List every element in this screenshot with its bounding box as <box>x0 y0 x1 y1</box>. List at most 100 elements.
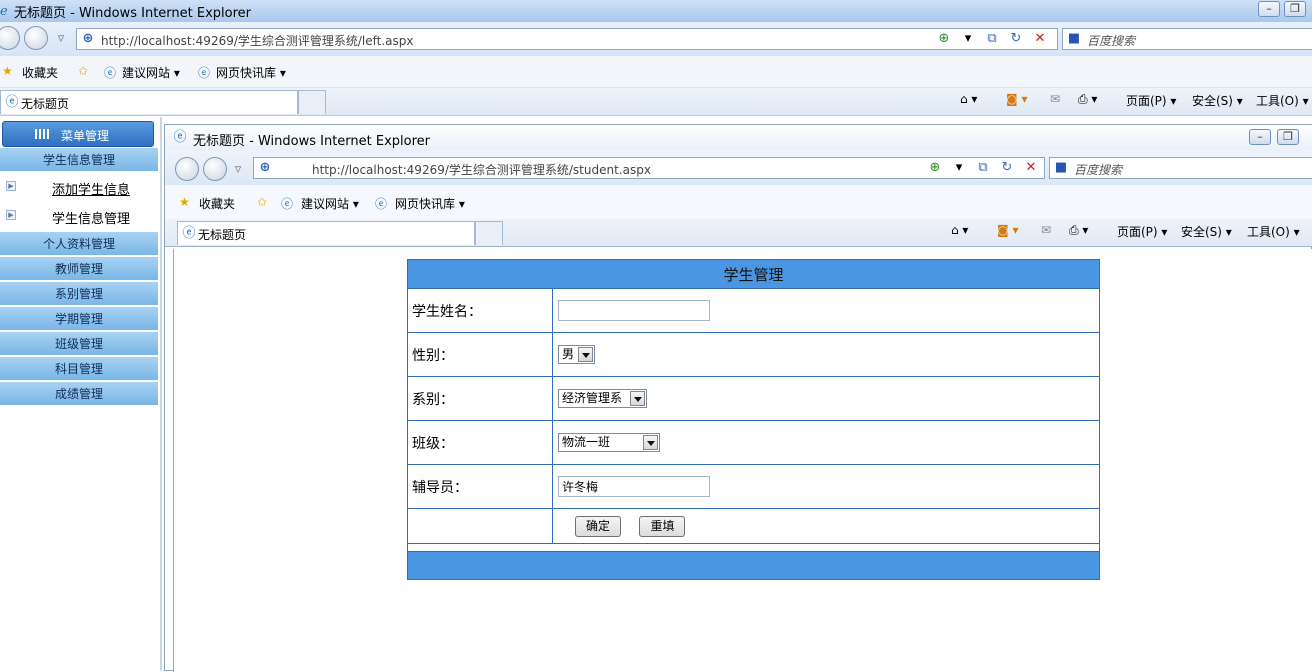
gender-selected-value: 男 <box>562 347 575 361</box>
ie-icon: e <box>0 3 12 21</box>
inner-page-menu[interactable]: 页面(P) ▾ <box>1117 223 1167 240</box>
inner-compat-view-icon[interactable]: ⧉ <box>974 159 992 177</box>
menu-subject[interactable]: 科目管理 <box>0 357 158 381</box>
class-select[interactable]: 物流一班 <box>558 433 660 452</box>
menu-semester[interactable]: 学期管理 <box>0 307 158 331</box>
counselor-label: 辅导员： <box>407 464 553 509</box>
reset-button[interactable]: 重填 <box>639 515 686 537</box>
inner-safety-menu[interactable]: 安全(S) ▾ <box>1181 223 1232 240</box>
suggested-sites-link[interactable]: 建议网站 ▾ <box>122 64 180 81</box>
history-dropdown-icon[interactable]: ▿ <box>52 30 70 48</box>
inner-window-title: 无标题页 - Windows Internet Explorer <box>193 134 430 149</box>
mail-icon[interactable]: ✉ <box>1050 92 1060 106</box>
minimize-button[interactable]: – <box>1258 1 1280 17</box>
chevron-down-icon[interactable] <box>578 347 593 362</box>
feeds-icon[interactable]: ◙ ▾ <box>1006 92 1027 106</box>
inner-tab[interactable]: ⓔ 无标题页 <box>177 221 475 245</box>
outer-window-title: 无标题页 - Windows Internet Explorer <box>14 6 251 21</box>
form-spacer <box>407 543 1100 552</box>
tools-menu[interactable]: 工具(O) ▾ <box>1256 92 1309 109</box>
submenu-manage-student-label: 学生信息管理 <box>52 212 131 227</box>
page-menu[interactable]: 页面(P) ▾ <box>1126 92 1176 109</box>
stop-icon[interactable]: ✕ <box>1031 30 1049 48</box>
gender-cell: 男 <box>552 332 1100 377</box>
add-favorites-icon[interactable]: ✩ <box>78 64 88 78</box>
chevron-down-icon[interactable] <box>643 435 658 450</box>
print-icon[interactable]: ⎙ ▾ <box>1078 92 1097 107</box>
student-name-input[interactable] <box>558 300 710 321</box>
department-label: 系别： <box>407 376 553 421</box>
address-dropdown-icon[interactable]: ▾ <box>959 30 977 48</box>
outer-tab-row: ⓔ 无标题页 ⌂ ▾ ◙ ▾ ✉ ⎙ ▾ 页面(P) ▾ 安全(S) ▾ 工具(… <box>0 88 1312 116</box>
restore-button[interactable]: ❐ <box>1284 1 1306 17</box>
submit-button[interactable]: 确定 <box>575 515 622 537</box>
left-menu-frame: 菜单管理 学生信息管理 ▶ 添加学生信息 ▶ 学生信息管理 个人资料管理 教师管… <box>0 117 162 671</box>
actions-label-cell <box>407 508 553 544</box>
counselor-input[interactable] <box>558 476 710 497</box>
chevron-down-icon[interactable] <box>630 391 645 406</box>
outer-search-placeholder: 百度搜索 <box>1087 34 1136 48</box>
menu-teacher[interactable]: 教师管理 <box>0 257 158 281</box>
menu-header[interactable]: 菜单管理 <box>2 121 154 147</box>
inner-address-dropdown-icon[interactable]: ▾ <box>950 159 968 177</box>
inner-back-button[interactable] <box>175 157 199 181</box>
inner-forward-button[interactable] <box>203 157 227 181</box>
name-label: 学生姓名： <box>407 288 553 333</box>
inner-home-icon[interactable]: ⌂ ▾ <box>951 223 968 237</box>
submenu-manage-student[interactable]: ▶ 学生信息管理 <box>0 202 158 230</box>
inner-mail-icon[interactable]: ✉ <box>1041 223 1051 237</box>
menu-profile[interactable]: 个人资料管理 <box>0 232 158 256</box>
new-tab-button[interactable] <box>298 90 326 114</box>
favorites-button[interactable]: 收藏夹 <box>22 64 58 81</box>
inner-minimize-button[interactable]: – <box>1249 129 1271 145</box>
inner-suggested-sites-link[interactable]: 建议网站 ▾ <box>301 195 359 212</box>
inner-ie-window: ⓔ 无标题页 - Windows Internet Explorer – ❐ ▿… <box>164 124 1312 672</box>
class-selected-value: 物流一班 <box>562 435 611 449</box>
inner-ie-page-icon: ⓔ <box>281 197 294 211</box>
safety-menu[interactable]: 安全(S) ▾ <box>1192 92 1243 109</box>
compat-view-icon[interactable]: ⧉ <box>983 30 1001 48</box>
outer-tab[interactable]: ⓔ 无标题页 <box>0 90 298 114</box>
inner-tab-title: 无标题页 <box>198 228 247 242</box>
forward-button[interactable] <box>24 26 48 50</box>
ie-page-icon: ⓔ <box>198 66 211 80</box>
actions-cell: 确定 重填 <box>552 508 1100 544</box>
svg-text:e: e <box>0 4 8 17</box>
web-slice-link[interactable]: 网页快讯库 ▾ <box>216 64 286 81</box>
inner-compatibility-icon[interactable]: ⊕ <box>926 159 944 177</box>
inner-new-tab-button[interactable] <box>475 221 503 245</box>
inner-search-box[interactable]: ■ 百度搜索 <box>1049 157 1312 179</box>
inner-add-favorites-icon[interactable]: ✩ <box>257 195 267 209</box>
ie-icon: ⓔ <box>173 130 187 145</box>
home-icon[interactable]: ⌂ ▾ <box>960 92 977 106</box>
outer-search-box[interactable]: ■ 百度搜索 <box>1062 28 1312 50</box>
department-select[interactable]: 经济管理系 <box>558 389 647 408</box>
inner-address-bar[interactable]: ⊕ http://localhost:49269/学生综合测评管理系统/stud… <box>253 157 1045 179</box>
inner-web-slice-link[interactable]: 网页快讯库 ▾ <box>395 195 465 212</box>
refresh-icon[interactable]: ↻ <box>1007 30 1025 48</box>
outer-address-bar[interactable]: ⊕ http://localhost:49269/学生综合测评管理系统/left… <box>76 28 1058 50</box>
compatibility-icon[interactable]: ⊕ <box>935 30 953 48</box>
inner-refresh-icon[interactable]: ↻ <box>998 159 1016 177</box>
inner-search-placeholder: 百度搜索 <box>1074 163 1123 177</box>
student-form-table: 学生管理 学生姓名： 性别： 男 系别： 经济管理系 班级： 物流一班 辅导员：… <box>407 259 1100 580</box>
outer-favorites-bar: ★ 收藏夹 ✩ ⓔ 建议网站 ▾ ⓔ 网页快讯库 ▾ <box>0 56 1312 88</box>
inner-restore-button[interactable]: ❐ <box>1277 129 1299 145</box>
inner-feeds-icon[interactable]: ◙ ▾ <box>997 223 1018 237</box>
ie-page-icon: ⓔ <box>104 66 117 80</box>
menu-student-info[interactable]: 学生信息管理 <box>0 148 158 172</box>
menu-header-label: 菜单管理 <box>61 129 110 143</box>
inner-url-text: http://localhost:49269/学生综合测评管理系统/studen… <box>312 163 651 177</box>
inner-print-icon[interactable]: ⎙ ▾ <box>1069 223 1088 238</box>
inner-ie-tab-icon: ⓔ <box>182 226 196 241</box>
back-button[interactable] <box>0 26 20 50</box>
menu-class[interactable]: 班级管理 <box>0 332 158 356</box>
inner-history-dropdown-icon[interactable]: ▿ <box>229 161 247 179</box>
menu-department[interactable]: 系别管理 <box>0 282 158 306</box>
inner-stop-icon[interactable]: ✕ <box>1022 159 1040 177</box>
submenu-add-student[interactable]: ▶ 添加学生信息 <box>0 173 158 201</box>
gender-select[interactable]: 男 <box>558 345 595 364</box>
inner-favorites-button[interactable]: 收藏夹 <box>199 195 235 212</box>
inner-tools-menu[interactable]: 工具(O) ▾ <box>1247 223 1300 240</box>
menu-score[interactable]: 成绩管理 <box>0 382 158 406</box>
